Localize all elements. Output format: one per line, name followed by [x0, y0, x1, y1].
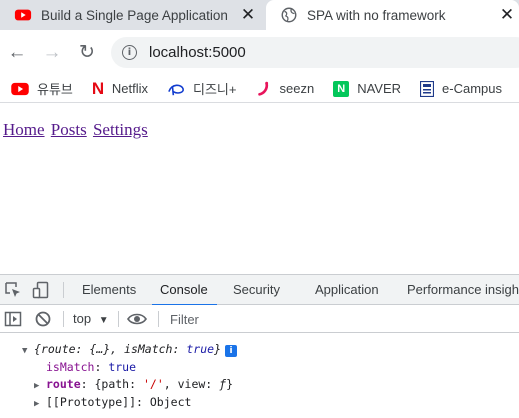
bookmarks-bar: 유튜브 N Netflix 디즈니+ seezn N NAVER e-Campu… — [0, 75, 519, 103]
bookmark-seezn[interactable]: seezn — [256, 81, 315, 97]
console-toolbar: top ▼ — [0, 305, 519, 333]
log-summary-route: route: {…}, isMatch: — [40, 342, 180, 356]
property-value: Object — [149, 395, 192, 409]
bookmark-label: 디즈니+ — [193, 82, 237, 97]
toolbar-divider — [63, 282, 64, 298]
devtools-panel: Elements Console Security Application Pe… — [0, 274, 519, 418]
property-key: [[Prototype]] — [46, 395, 137, 409]
route-path-value: '/' — [142, 377, 164, 391]
youtube-icon — [11, 82, 29, 95]
bookmark-netflix[interactable]: N Netflix — [92, 79, 148, 99]
nav-link-home[interactable]: Home — [3, 120, 45, 139]
site-info-icon[interactable]: i — [122, 45, 137, 60]
devtools-tab-application[interactable]: Application — [315, 275, 379, 305]
ecampus-icon — [420, 80, 435, 97]
page-nav: Home Posts Settings — [3, 120, 150, 140]
tab-title: SPA with no framework — [307, 7, 446, 23]
nav-link-posts[interactable]: Posts — [51, 120, 87, 139]
bookmark-label: Netflix — [111, 81, 149, 96]
browser-tab-youtube[interactable]: Build a Single Page Application ✕ — [0, 0, 266, 30]
clear-console-icon[interactable] — [34, 310, 52, 328]
info-badge-icon[interactable]: i — [225, 345, 237, 357]
naver-icon: N — [333, 80, 350, 97]
bookmark-youtube[interactable]: 유튜브 — [11, 79, 73, 98]
log-object-summary[interactable]: ▼ {route: {…}, isMatch: true} i — [22, 341, 237, 361]
forward-arrow-icon[interactable]: → — [41, 41, 63, 63]
tab-title: Build a Single Page Application — [41, 7, 228, 23]
devtools-tab-bar: Elements Console Security Application Pe… — [0, 275, 519, 306]
log-summary-true: true — [186, 342, 215, 356]
bookmark-label: NAVER — [357, 81, 402, 96]
page-viewport: Home Posts Settings — [0, 103, 519, 274]
disney-plus-icon — [168, 84, 184, 95]
toolbar-divider — [158, 311, 159, 327]
log-summary-close: } — [214, 342, 221, 356]
collapsed-triangle-icon[interactable]: ▶ — [34, 378, 46, 396]
netflix-icon: N — [91, 78, 105, 98]
seezn-icon — [257, 81, 268, 96]
log-property-route[interactable]: ▶ route: {path: '/', view: ƒ} — [34, 376, 233, 396]
property-key: isMatch — [46, 360, 95, 374]
browser-tab-spa[interactable]: SPA with no framework ✕ — [266, 0, 519, 30]
collapsed-triangle-icon[interactable]: ▶ — [34, 396, 46, 414]
property-key: route — [46, 377, 81, 391]
nav-link-settings[interactable]: Settings — [93, 120, 148, 139]
toolbar-divider — [63, 311, 64, 327]
dropdown-arrow-icon: ▼ — [98, 315, 109, 326]
context-value: top — [73, 311, 92, 326]
bookmark-label: e-Campus — [442, 81, 502, 96]
inspect-element-icon[interactable] — [4, 281, 22, 299]
address-bar[interactable]: i localhost:5000 — [111, 37, 519, 68]
globe-icon — [281, 7, 297, 23]
close-tab-icon[interactable]: ✕ — [240, 6, 256, 23]
bookmark-naver[interactable]: N NAVER — [333, 80, 402, 97]
live-expression-eye-icon[interactable] — [126, 310, 148, 328]
address-url[interactable]: localhost:5000 — [149, 44, 246, 61]
log-property-ismatch: isMatch: true — [46, 360, 137, 374]
bookmark-label: 유튜브 — [37, 82, 73, 97]
reload-icon[interactable]: ↻ — [76, 41, 98, 63]
devtools-tab-elements[interactable]: Elements — [82, 275, 136, 305]
device-toolbar-icon[interactable] — [32, 281, 50, 299]
route-view-key: , view: — [163, 377, 213, 391]
log-property-prototype[interactable]: ▶ [[Prototype]]: Object — [34, 394, 191, 414]
toolbar-divider — [118, 311, 119, 327]
bookmark-ecampus[interactable]: e-Campus — [420, 80, 502, 97]
sidebar-toggle-icon[interactable] — [4, 310, 22, 328]
devtools-tab-console[interactable]: Console — [152, 275, 217, 306]
route-prefix: {path: — [94, 377, 137, 391]
bookmark-label: seezn — [279, 81, 315, 96]
devtools-tab-performance-insights[interactable]: Performance insights — [407, 275, 519, 305]
context-selector[interactable]: top ▼ — [73, 305, 109, 333]
devtools-tab-security[interactable]: Security — [233, 275, 280, 305]
browser-tab-strip: Build a Single Page Application ✕ SPA wi… — [0, 0, 519, 30]
youtube-icon — [14, 9, 32, 21]
console-filter-input[interactable] — [165, 308, 519, 330]
log-summary-open: { — [34, 342, 41, 356]
bookmark-disney-plus[interactable]: 디즈니+ — [167, 79, 237, 98]
property-value: true — [108, 360, 137, 374]
browser-toolbar: ← → ↻ i localhost:5000 — [0, 30, 519, 75]
back-arrow-icon[interactable]: ← — [6, 41, 28, 63]
expanded-triangle-icon[interactable]: ▼ — [22, 343, 34, 361]
route-close: } — [226, 377, 234, 391]
close-tab-icon[interactable]: ✕ — [499, 6, 515, 23]
